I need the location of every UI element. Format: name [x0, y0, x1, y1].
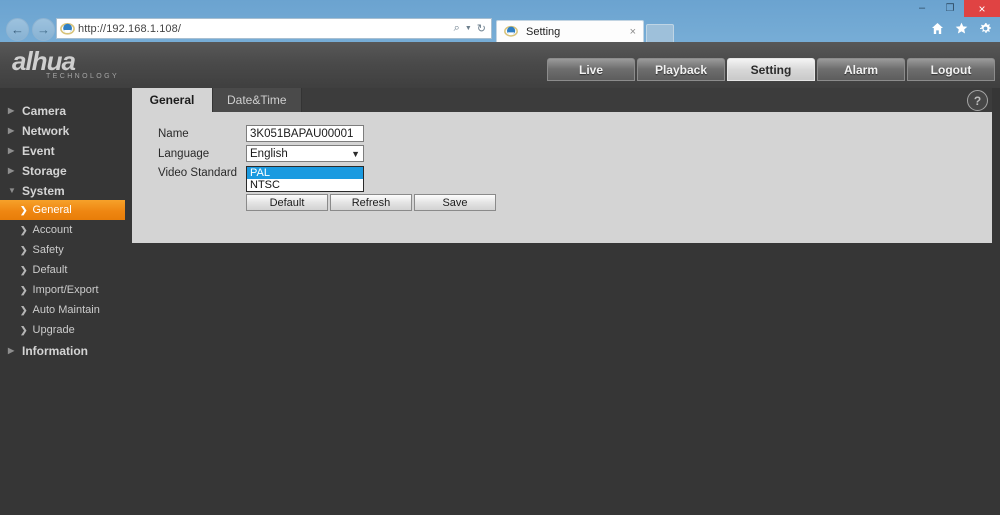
chevron-right-icon: ❯	[20, 244, 28, 255]
chevron-right-icon: ❯	[20, 324, 28, 335]
sidebar-item-label: Storage	[22, 163, 67, 178]
sidebar-item-default[interactable]: ❯ Default	[0, 260, 125, 280]
content-tabs: General Date&Time	[132, 88, 992, 112]
logo-subtitle: TECHNOLOGY	[46, 73, 120, 80]
tab-date-time[interactable]: Date&Time	[213, 88, 302, 112]
minimize-button[interactable]: –	[908, 0, 936, 17]
sidebar-item-label: Default	[32, 264, 68, 276]
nav-logout[interactable]: Logout	[907, 58, 995, 81]
tab-strip: Setting ×	[496, 18, 674, 42]
sidebar-item-label: General	[32, 204, 72, 216]
language-label: Language	[158, 147, 210, 160]
triangle-right-icon: ▶	[8, 126, 15, 135]
sidebar-item-safety[interactable]: ❯ Safety	[0, 240, 125, 260]
sidebar-item-import-export[interactable]: ❯ Import/Export	[0, 280, 125, 300]
sidebar-item-label: Network	[22, 123, 70, 138]
chevron-down-icon: ▼	[351, 148, 360, 159]
triangle-right-icon: ▶	[8, 166, 15, 175]
main-navigation: Live Playback Setting Alarm Logout	[547, 58, 995, 81]
tab-general[interactable]: General	[132, 88, 213, 112]
sidebar-item-label: System	[22, 183, 65, 198]
logo-text: alhua	[12, 46, 76, 76]
sidebar-item-general[interactable]: ❯ General	[0, 200, 125, 220]
new-tab-button[interactable]	[646, 24, 674, 42]
browser-chrome: – ❐ × ← → http://192.168.1.108/ ⌕ ▼ ↻ Se…	[0, 0, 1000, 42]
form-row-video-standard: Video Standard	[158, 167, 246, 179]
sidebar-item-information[interactable]: ▶ Information	[0, 341, 125, 360]
nav-alarm[interactable]: Alarm	[817, 58, 905, 81]
sidebar-item-label: Auto Maintain	[32, 304, 100, 316]
sidebar-item-label: Account	[32, 224, 73, 236]
url-text[interactable]: http://192.168.1.108/	[78, 23, 454, 35]
chevron-down-icon[interactable]: ▼	[465, 25, 472, 32]
form-buttons: Default Refresh Save	[246, 194, 496, 211]
name-input[interactable]	[246, 125, 364, 142]
nav-setting[interactable]: Setting	[727, 58, 815, 81]
sidebar-item-auto-maintain[interactable]: ❯ Auto Maintain	[0, 300, 125, 320]
forward-arrow-icon[interactable]: →	[32, 18, 55, 41]
triangle-right-icon: ▶	[8, 106, 15, 115]
dahua-logo: alhua TECHNOLOGY	[12, 48, 119, 80]
sidebar: ▶ Camera ▶ Network ▶ Event ▶ Storage ▼ S…	[0, 88, 125, 515]
back-arrow-icon[interactable]: ←	[6, 18, 29, 41]
sidebar-item-label: Event	[22, 143, 55, 158]
sidebar-item-network[interactable]: ▶ Network	[0, 121, 125, 140]
form-row-name: Name	[158, 125, 364, 142]
window-controls: – ❐ ×	[908, 0, 1000, 17]
triangle-right-icon: ▶	[8, 346, 15, 355]
sidebar-item-upgrade[interactable]: ❯ Upgrade	[0, 320, 125, 340]
tab-favicon-icon	[504, 24, 519, 39]
sidebar-item-label: Camera	[22, 103, 67, 118]
triangle-down-icon: ▼	[8, 186, 16, 195]
chevron-right-icon: ❯	[20, 304, 28, 315]
maximize-button[interactable]: ❐	[936, 0, 964, 17]
dropdown-option-ntsc[interactable]: NTSC	[247, 179, 363, 191]
name-label: Name	[158, 127, 189, 140]
chevron-right-icon: ❯	[20, 284, 28, 295]
sidebar-item-storage[interactable]: ▶ Storage	[0, 161, 125, 180]
address-bar[interactable]: http://192.168.1.108/ ⌕ ▼ ↻	[56, 18, 492, 39]
sidebar-item-camera[interactable]: ▶ Camera	[0, 101, 125, 120]
sidebar-item-label: Information	[22, 343, 88, 358]
chevron-right-icon: ❯	[20, 224, 28, 235]
save-button[interactable]: Save	[414, 194, 496, 211]
browser-toolbar-icons	[931, 22, 992, 35]
browser-nav-buttons: ← →	[6, 18, 55, 41]
tab-setting[interactable]: Setting ×	[496, 20, 644, 42]
sidebar-item-label: Upgrade	[32, 324, 75, 336]
triangle-right-icon: ▶	[8, 146, 15, 155]
help-icon[interactable]: ?	[967, 90, 988, 111]
home-icon[interactable]	[931, 22, 944, 35]
default-button[interactable]: Default	[246, 194, 328, 211]
close-icon[interactable]: ×	[627, 26, 639, 38]
language-select[interactable]: English ▼	[246, 145, 364, 162]
ie-logo-icon	[60, 21, 75, 36]
sidebar-item-account[interactable]: ❯ Account	[0, 220, 125, 240]
nav-playback[interactable]: Playback	[637, 58, 725, 81]
nav-live[interactable]: Live	[547, 58, 635, 81]
close-window-button[interactable]: ×	[964, 0, 1000, 17]
video-standard-dropdown-open[interactable]: PAL NTSC	[246, 166, 364, 192]
video-standard-label: Video Standard	[158, 167, 238, 179]
search-icon[interactable]: ⌕	[454, 22, 460, 35]
gear-icon[interactable]	[979, 22, 992, 35]
refresh-button[interactable]: Refresh	[330, 194, 412, 211]
language-value: English	[250, 147, 288, 160]
sidebar-item-system[interactable]: ▼ System	[0, 181, 125, 200]
form-row-language: Language English ▼	[158, 145, 364, 162]
dropdown-option-pal[interactable]: PAL	[247, 167, 363, 179]
star-icon[interactable]	[955, 22, 968, 35]
refresh-icon[interactable]: ↻	[477, 22, 486, 35]
address-bar-icons: ⌕ ▼ ↻	[454, 22, 491, 35]
tab-title: Setting	[526, 25, 561, 38]
sidebar-item-label: Safety	[32, 244, 64, 256]
chevron-right-icon: ❯	[20, 264, 28, 275]
chevron-right-icon: ❯	[20, 204, 28, 215]
sidebar-item-event[interactable]: ▶ Event	[0, 141, 125, 160]
settings-form: Name Language English ▼ Video Standard P…	[132, 112, 992, 243]
sidebar-item-label: Import/Export	[32, 284, 99, 296]
